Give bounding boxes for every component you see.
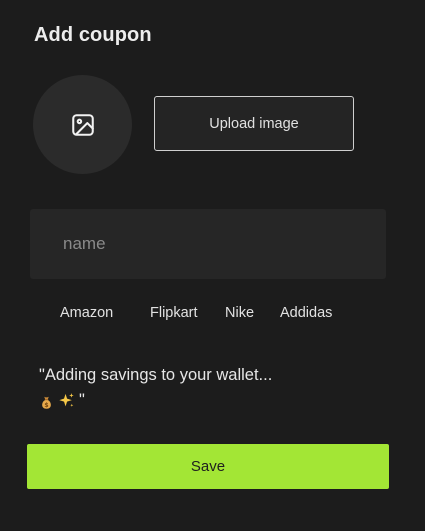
page-title: Add coupon [34,24,152,46]
status-message: "Adding savings to your wallet... $ " [39,363,369,413]
image-icon [70,112,96,138]
brand-chip-flipkart[interactable]: Flipkart [150,305,198,321]
money-bag-icon: $ [39,393,54,409]
svg-text:$: $ [44,402,48,409]
upload-image-button[interactable]: Upload image [154,96,354,151]
image-preview-placeholder[interactable] [33,75,132,174]
save-button[interactable]: Save [27,444,389,489]
brand-chip-addidas[interactable]: Addidas [280,305,332,321]
brand-suggestions: Amazon Flipkart Nike Addidas [0,305,425,325]
brand-chip-nike[interactable]: Nike [225,305,254,321]
add-coupon-panel: Add coupon Upload image Amazon Flipkart … [0,0,425,531]
status-message-text: "Adding savings to your wallet... [39,366,273,384]
brand-chip-amazon[interactable]: Amazon [60,305,113,321]
name-input[interactable] [30,209,386,279]
sparkles-icon [58,392,75,409]
status-message-closing-quote: " [79,391,85,409]
